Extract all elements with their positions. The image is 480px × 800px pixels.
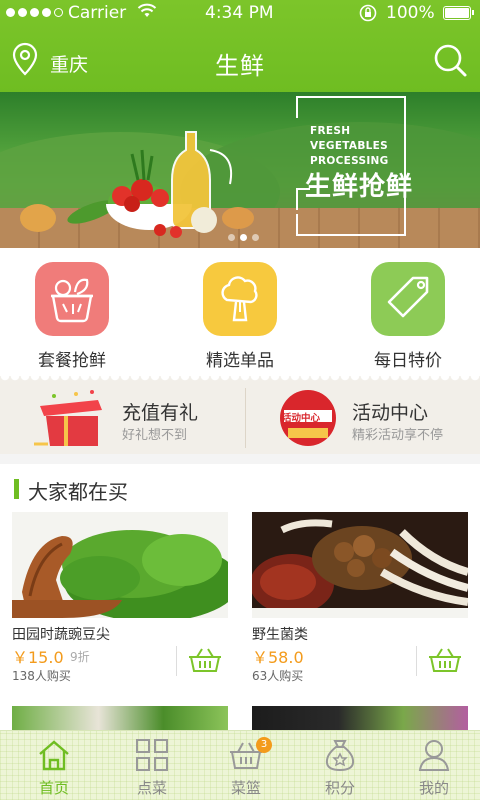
gift-box-icon — [34, 390, 102, 446]
user-icon — [418, 740, 450, 771]
category-label: 精选单品 — [206, 351, 274, 371]
category-combo-deals[interactable]: 套餐抢鲜 — [12, 262, 132, 371]
section-gap — [0, 454, 480, 464]
tab-label: 我的 — [418, 779, 449, 797]
banner-frame — [296, 96, 298, 118]
promo-recharge[interactable]: 充值有礼 好礼想不到 — [0, 382, 240, 454]
product-discount: 9折 — [70, 650, 90, 664]
event-badge-text: 活动中心 — [282, 413, 321, 424]
pager-dot[interactable] — [228, 234, 235, 241]
product-price: ￥15.0 — [12, 648, 64, 667]
promo-banner[interactable]: FRESH VEGETABLES PROCESSING 生鲜抢鲜 — [0, 92, 480, 248]
promo-subtitle: 精彩活动享不停 — [352, 428, 444, 443]
banner-frame — [296, 234, 310, 236]
money-bag-icon — [325, 740, 355, 772]
clock: 4:34 PM — [205, 3, 274, 23]
banner-frame — [296, 96, 310, 98]
basket-count-badge: 3 — [256, 737, 272, 753]
product-image-partial[interactable] — [12, 706, 228, 730]
category-daily-specials[interactable]: 每日特价 — [348, 262, 468, 371]
tab-profile[interactable]: 我的 — [386, 731, 480, 800]
section-accent-bar — [14, 479, 19, 499]
app-header: 重庆 生鲜 — [0, 26, 480, 92]
battery-percent: 100% — [386, 3, 435, 23]
carrier-name: Carrier — [68, 3, 127, 23]
category-label: 套餐抢鲜 — [38, 351, 106, 371]
product-image-pea-shoots[interactable] — [12, 512, 228, 618]
promo-event-center[interactable]: 活动中心 活动中心 精彩活动享不停 — [246, 382, 480, 454]
card-divider — [416, 646, 417, 676]
category-label: 每日特价 — [374, 351, 442, 371]
banner-headline-cn: 生鲜抢鲜 — [305, 172, 414, 202]
battery-icon — [443, 6, 474, 20]
product-card[interactable]: 野生菌类 ￥58.0 63人购买 — [252, 512, 468, 683]
product-name: 野生菌类 — [252, 627, 308, 643]
pager-dot-active[interactable] — [240, 234, 247, 241]
product-sold-count: 63人购买 — [252, 669, 304, 683]
product-sold-count: 138人购买 — [12, 669, 71, 683]
section-title: 大家都在买 — [28, 480, 128, 504]
grid-icon — [136, 739, 168, 771]
top-bar: Carrier 4:34 PM 100% 重庆 生鲜 — [0, 0, 480, 92]
banner-headline-en: FRESH VEGETABLES PROCESSING — [310, 125, 389, 167]
home-icon — [39, 740, 69, 771]
add-to-basket-icon[interactable] — [428, 646, 462, 674]
product-name: 田园时蔬豌豆尖 — [12, 627, 110, 643]
wifi-icon — [137, 3, 157, 23]
page-title: 生鲜 — [215, 52, 265, 80]
vegetables-illustration — [20, 131, 254, 238]
rotation-lock-icon — [358, 3, 378, 27]
status-bar: Carrier 4:34 PM 100% — [0, 0, 480, 26]
tab-home[interactable]: 首页 — [6, 731, 102, 800]
product-grid: 田园时蔬豌豆尖 ￥15.0 9折 138人购买 野生菌类 ￥58.0 63人购买 — [0, 510, 480, 730]
banner-frame — [296, 214, 298, 236]
add-to-basket-icon[interactable] — [188, 646, 222, 674]
tab-label: 点菜 — [136, 779, 167, 797]
tab-label: 积分 — [324, 779, 355, 797]
promo-title: 活动中心 — [352, 402, 429, 424]
basket-of-vegetables-icon — [35, 262, 109, 336]
product-image-partial[interactable] — [252, 706, 468, 730]
promo-row: 充值有礼 好礼想不到 活动中心 活动中心 精彩活动享不停 — [0, 382, 480, 454]
pager-dot[interactable] — [252, 234, 259, 241]
signal-strength-icon — [6, 8, 63, 17]
bottom-tab-bar: 首页 点菜 3 菜篮 积分 我的 — [0, 730, 480, 800]
search-icon[interactable] — [432, 42, 468, 78]
broccoli-icon — [203, 262, 277, 336]
tab-order[interactable]: 点菜 — [104, 731, 200, 800]
promo-title: 充值有礼 — [122, 402, 199, 424]
product-image-wild-mushrooms[interactable] — [252, 512, 468, 618]
product-card[interactable]: 田园时蔬豌豆尖 ￥15.0 9折 138人购买 — [12, 512, 228, 683]
tab-basket[interactable]: 3 菜篮 — [198, 731, 294, 800]
category-selected-items[interactable]: 精选单品 — [180, 262, 300, 371]
product-price: ￥58.0 — [252, 648, 304, 667]
section-header: 大家都在买 — [0, 464, 480, 510]
tab-label: 首页 — [38, 779, 69, 797]
category-shortcuts: 套餐抢鲜 精选单品 每日特价 — [0, 248, 480, 378]
promo-subtitle: 好礼想不到 — [122, 428, 188, 443]
tab-label: 菜篮 — [230, 779, 261, 797]
tab-points[interactable]: 积分 — [292, 731, 388, 800]
price-tag-icon — [371, 262, 445, 336]
card-divider — [176, 646, 177, 676]
banner-pager[interactable] — [228, 234, 259, 241]
